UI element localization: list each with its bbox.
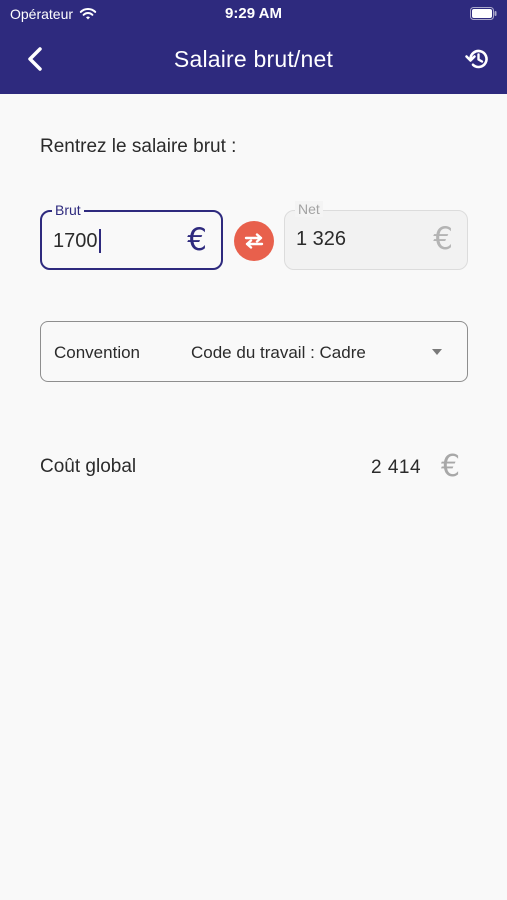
- reset-button[interactable]: [463, 44, 493, 74]
- battery-icon: [470, 7, 497, 20]
- net-input-value[interactable]: 1 326: [296, 228, 346, 251]
- brut-field-label: Brut: [52, 202, 84, 218]
- history-reset-icon: [465, 49, 488, 69]
- convention-selected-value: Code du travail : Cadre: [191, 343, 366, 362]
- net-input-field[interactable]: Net 1 326 €: [284, 201, 468, 270]
- euro-icon: €: [433, 221, 453, 257]
- text-caret: [98, 229, 101, 253]
- global-cost-label: Coût global: [40, 456, 137, 477]
- global-cost-value: 2 414: [371, 457, 422, 478]
- convention-label: Convention: [54, 343, 141, 362]
- convention-select[interactable]: Convention Code du travail : Cadre: [40, 321, 468, 382]
- page-title: Salaire brut/net: [173, 46, 334, 72]
- euro-icon: €: [441, 449, 461, 484]
- status-time: 9:29 AM: [225, 5, 282, 22]
- brut-input-value[interactable]: 1700: [53, 229, 101, 253]
- brut-input-field[interactable]: Brut 1700 €: [40, 202, 223, 270]
- app-header: Opérateur 9:29 AM Salaire brut/net: [0, 0, 507, 94]
- status-bar: Opérateur 9:29 AM: [0, 0, 507, 28]
- navigation-bar: Salaire brut/net: [0, 28, 507, 94]
- brut-prompt: Rentrez le salaire brut :: [40, 136, 237, 157]
- net-value-text: 1 326: [296, 228, 347, 250]
- swap-arrows-icon: [244, 233, 264, 249]
- euro-icon: €: [187, 222, 207, 258]
- dropdown-arrow-icon: [432, 349, 442, 355]
- swap-button[interactable]: [234, 221, 274, 261]
- brut-value-text: 1700: [53, 229, 98, 252]
- net-field-label: Net: [295, 201, 323, 217]
